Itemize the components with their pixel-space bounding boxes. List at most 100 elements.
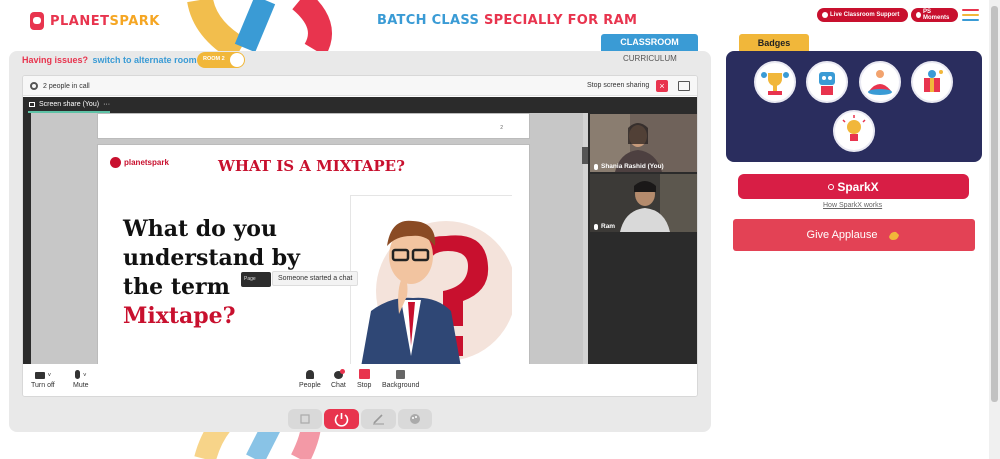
live-support-button[interactable]: Live Classroom Support: [817, 8, 908, 22]
robot-badge-art: [819, 72, 835, 95]
thinking-man-illustration: [350, 195, 512, 364]
lightbulb-badge-icon[interactable]: [833, 110, 875, 152]
slide-title: WHAT IS A MIXTAPE?: [218, 157, 405, 175]
presentation-slide: planetspark WHAT IS A MIXTAPE? What do y…: [97, 144, 530, 364]
chat-button[interactable]: Chat: [331, 369, 346, 389]
background-button[interactable]: Background: [382, 369, 419, 389]
tab-curriculum[interactable]: CURRICULUM: [623, 54, 677, 63]
meditation-badge-icon[interactable]: [859, 61, 901, 103]
badges-tab[interactable]: Badges: [739, 34, 809, 52]
power-button[interactable]: [324, 409, 359, 429]
fullscreen-icon: [300, 414, 310, 424]
participant-1-name: Shania Rashid (You): [601, 163, 664, 170]
slide-logo-text: planetspark: [124, 158, 169, 167]
participant-video-2[interactable]: Ram: [590, 174, 697, 232]
mute-button[interactable]: ˅ Mute: [73, 369, 89, 389]
previous-page: 2: [97, 113, 530, 139]
palette-icon: [410, 414, 420, 424]
people-button[interactable]: People: [299, 369, 321, 389]
pen-icon: [373, 414, 384, 425]
give-applause-button[interactable]: Give Applause: [733, 219, 975, 251]
chevron-down-icon[interactable]: ˅: [48, 373, 52, 379]
question-line-2: understand by: [123, 245, 300, 271]
badges-panel: [726, 51, 982, 162]
question-highlight: Mixtape?: [123, 303, 236, 329]
mic-icon: [594, 163, 598, 170]
turn-off-camera-button[interactable]: ˅ Turn off: [31, 369, 55, 389]
people-count: 2 people in call: [30, 82, 90, 90]
tab-classroom[interactable]: CLASSROOM: [601, 34, 698, 51]
palette-button[interactable]: [398, 409, 432, 429]
page-title: BATCH CLASS SPECIALLY FOR RAM: [377, 13, 637, 28]
pen-button[interactable]: [361, 409, 396, 429]
page-number: 2: [500, 125, 503, 131]
page-scrollbar[interactable]: [989, 0, 1000, 459]
issues-message: Having issues? switch to alternate room: [22, 55, 197, 65]
participant-video-1[interactable]: Shania Rashid (You): [590, 114, 697, 172]
call-controls: ˅ Turn off ˅ Mute People Chat Stop Backg…: [23, 364, 697, 396]
gift-badge-icon[interactable]: [911, 61, 953, 103]
logo-text: PLANETSPARK: [50, 13, 160, 29]
title-part-2: SPECIALLY FOR RAM: [483, 13, 638, 28]
people-count-label: 2 people in call: [43, 82, 90, 90]
share-left-edge: [23, 113, 31, 364]
slide-logo-icon: [110, 157, 121, 168]
gear-icon[interactable]: [30, 82, 38, 90]
page-scroll-thumb[interactable]: [991, 6, 998, 402]
page-indicator-label: Page: [244, 276, 256, 282]
people-icon: [305, 370, 314, 379]
sparkx-button[interactable]: SparkX: [738, 174, 969, 199]
turn-off-label: Turn off: [31, 382, 55, 389]
switch-room-link[interactable]: switch to alternate room: [93, 55, 197, 65]
stop-share-icon: [358, 369, 370, 379]
mute-label: Mute: [73, 382, 89, 389]
call-top-bar: 2 people in call Stop screen sharing ×: [23, 76, 697, 96]
fullscreen-button[interactable]: [288, 409, 322, 429]
stop-sharing-label: Stop screen sharing: [587, 82, 650, 89]
planetspark-logo[interactable]: PLANETSPARK: [30, 10, 160, 32]
issues-text: Having issues?: [22, 55, 89, 65]
moments-icon: [916, 12, 921, 18]
stop-label: Stop: [357, 382, 372, 389]
slide-logo: planetspark: [110, 157, 169, 168]
sparkx-icon: [828, 183, 835, 190]
thinking-man-icon: [361, 220, 512, 364]
room-toggle[interactable]: ROOM 2: [197, 52, 245, 68]
share-tab-bar: Screen share (You) ···: [23, 97, 697, 113]
hamburger-menu-icon[interactable]: [962, 9, 979, 24]
power-icon: [334, 413, 349, 427]
video-call-window: 2 people in call Stop screen sharing × S…: [22, 75, 698, 397]
participant-2-name: Ram: [601, 223, 616, 230]
mic-icon: [594, 223, 598, 230]
how-sparkx-link[interactable]: How SparkX works: [823, 202, 882, 209]
participant-1-label: Shania Rashid (You): [594, 163, 664, 170]
live-support-label: Live Classroom Support: [830, 12, 900, 18]
trophy-badge-icon[interactable]: [754, 61, 796, 103]
toggle-knob: [230, 53, 244, 67]
meditation-badge-art: [868, 70, 892, 95]
screen-share-tab[interactable]: Screen share (You) ···: [29, 101, 110, 108]
robot-badge-icon[interactable]: [806, 61, 848, 103]
question-line-1: What do you: [123, 216, 277, 242]
ps-moments-button[interactable]: PS Moments: [911, 8, 958, 22]
title-part-1: BATCH CLASS: [377, 13, 480, 28]
microphone-icon: [75, 370, 81, 379]
lightbulb-badge-art: [842, 115, 866, 141]
trophy-badge-art: [761, 72, 789, 95]
more-options-icon[interactable]: ···: [103, 101, 110, 108]
shared-screen: 2 planetspark WHAT IS A MIXTAPE? What do…: [31, 113, 588, 364]
stop-sharing-button[interactable]: ×: [656, 80, 668, 92]
applause-label: Give Applause: [806, 229, 878, 241]
participant-2-label: Ram: [594, 223, 615, 230]
stop-share-button[interactable]: Stop: [357, 369, 371, 389]
chat-label: Chat: [331, 382, 346, 389]
gift-badge-art: [924, 70, 943, 92]
chat-notification[interactable]: Someone started a chat: [272, 271, 359, 286]
chevron-down-icon[interactable]: ˅: [83, 373, 87, 379]
screen-icon: [29, 102, 35, 107]
popout-icon[interactable]: [678, 81, 690, 91]
background-label: Background: [382, 382, 420, 389]
chat-icon: [333, 369, 345, 379]
ps-moments-label: PS Moments: [923, 9, 950, 21]
room-toggle-label: ROOM 2: [203, 56, 225, 62]
